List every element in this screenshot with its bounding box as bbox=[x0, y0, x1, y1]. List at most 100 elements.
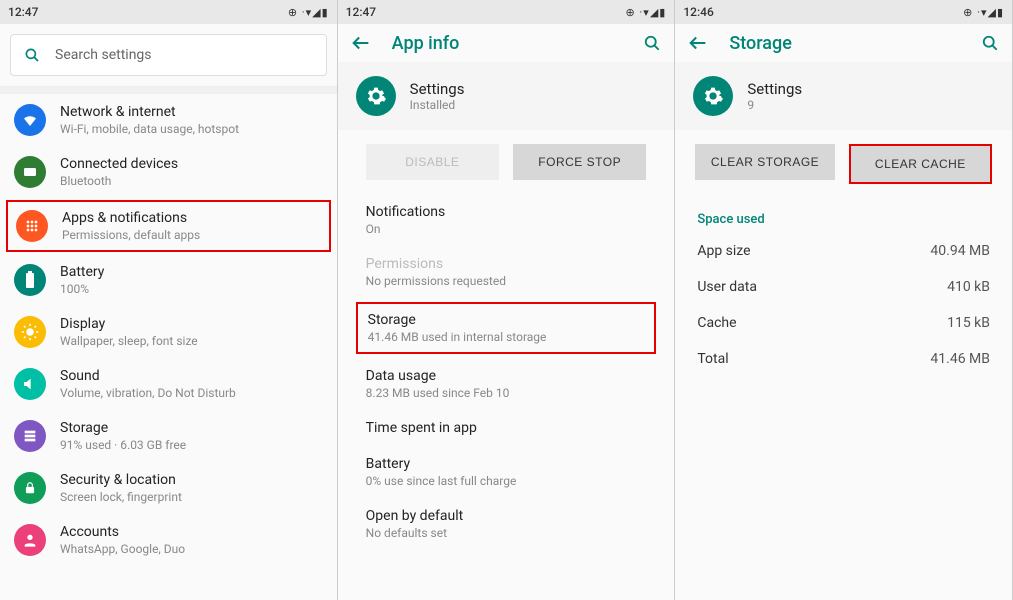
value: 41.46 MB bbox=[930, 351, 990, 367]
label: Apps & notifications bbox=[62, 210, 200, 226]
sublabel: 0% use since last full charge bbox=[366, 474, 647, 488]
sublabel: WhatsApp, Google, Duo bbox=[60, 542, 185, 556]
back-button[interactable] bbox=[350, 32, 372, 54]
label: Accounts bbox=[60, 524, 185, 540]
app-state: Installed bbox=[410, 98, 465, 112]
label: Battery bbox=[60, 264, 104, 280]
appbar-title: Storage bbox=[729, 33, 792, 54]
section-space-used: Space used bbox=[675, 198, 1012, 233]
label: Permissions bbox=[366, 256, 647, 272]
app-bar: App info bbox=[338, 24, 675, 62]
apps-icon bbox=[16, 210, 48, 242]
status-time: 12:47 bbox=[346, 5, 376, 19]
app-header: Settings 9 bbox=[675, 62, 1012, 130]
search-placeholder: Search settings bbox=[55, 47, 152, 63]
item-security[interactable]: Security & locationScreen lock, fingerpr… bbox=[0, 462, 337, 514]
app-header: Settings Installed bbox=[338, 62, 675, 130]
clear-storage-button[interactable]: CLEAR STORAGE bbox=[695, 144, 834, 180]
label: Sound bbox=[60, 368, 236, 384]
item-accounts[interactable]: Accounts WhatsApp, Google, Duo bbox=[0, 514, 337, 566]
screen-app-info: 12:47 ⊕ ·▾◢▮ App info Settings Installed… bbox=[338, 0, 676, 600]
label: Storage bbox=[60, 420, 186, 436]
app-bar: Storage bbox=[675, 24, 1012, 62]
sublabel: Volume, vibration, Do Not Disturb bbox=[60, 386, 236, 400]
row-notifications[interactable]: Notifications On bbox=[338, 194, 675, 246]
row-storage[interactable]: Storage 41.46 MB used in internal storag… bbox=[356, 302, 657, 354]
status-icons: ⊕ ·▾◢▮ bbox=[963, 6, 1004, 19]
sublabel: 91% used · 6.03 GB free bbox=[60, 438, 186, 452]
sublabel: Wi-Fi, mobile, data usage, hotspot bbox=[60, 122, 239, 136]
item-storage[interactable]: Storage 91% used · 6.03 GB free bbox=[0, 410, 337, 462]
status-icons: ⊕ ·▾◢▮ bbox=[625, 6, 666, 19]
row-battery[interactable]: Battery 0% use since last full charge bbox=[338, 446, 675, 498]
sublabel: Permissions, default apps bbox=[62, 228, 200, 242]
wifi-icon bbox=[14, 104, 46, 136]
label: Data usage bbox=[366, 368, 647, 384]
disable-button: DISABLE bbox=[366, 144, 499, 180]
storage-icon bbox=[14, 420, 46, 452]
label: App size bbox=[697, 243, 750, 259]
app-name: Settings bbox=[747, 80, 802, 98]
item-battery[interactable]: Battery 100% bbox=[0, 254, 337, 306]
account-icon bbox=[14, 524, 46, 556]
back-button[interactable] bbox=[687, 32, 709, 54]
value: 40.94 MB bbox=[930, 243, 990, 259]
row-permissions: Permissions No permissions requested bbox=[338, 246, 675, 298]
sublabel: On bbox=[366, 222, 647, 236]
battery-icon bbox=[14, 264, 46, 296]
status-bar: 12:46 ⊕ ·▾◢▮ bbox=[675, 0, 1012, 24]
item-connected-devices[interactable]: Connected devicesBluetooth bbox=[0, 146, 337, 198]
search-button[interactable] bbox=[980, 33, 1000, 53]
appbar-title: App info bbox=[392, 33, 460, 54]
button-row: CLEAR STORAGE CLEAR CACHE bbox=[675, 130, 1012, 198]
search-button[interactable] bbox=[642, 33, 662, 53]
sublabel: Screen lock, fingerprint bbox=[60, 490, 182, 504]
label: Battery bbox=[366, 456, 647, 472]
status-bar: 12:47 ⊕ ·▾◢▮ bbox=[0, 0, 337, 24]
sublabel: 100% bbox=[60, 282, 104, 296]
status-icons: ⊕ ·▾◢▮ bbox=[288, 6, 329, 19]
status-bar: 12:47 ⊕ ·▾◢▮ bbox=[338, 0, 675, 24]
label: Open by default bbox=[366, 508, 647, 524]
row-data-usage[interactable]: Data usage 8.23 MB used since Feb 10 bbox=[338, 358, 675, 410]
row-open-by-default[interactable]: Open by default No defaults set bbox=[338, 498, 675, 550]
divider bbox=[0, 86, 337, 94]
item-network[interactable]: Network & internetWi-Fi, mobile, data us… bbox=[0, 94, 337, 146]
row-cache: Cache 115 kB bbox=[675, 305, 1012, 341]
value: 115 kB bbox=[947, 315, 990, 331]
row-total: Total 41.46 MB bbox=[675, 341, 1012, 377]
label: Total bbox=[697, 351, 728, 367]
sublabel: No defaults set bbox=[366, 526, 647, 540]
sublabel: Bluetooth bbox=[60, 174, 178, 188]
label: Notifications bbox=[366, 204, 647, 220]
item-sound[interactable]: Sound Volume, vibration, Do Not Disturb bbox=[0, 358, 337, 410]
lock-icon bbox=[14, 472, 46, 504]
row-time-in-app[interactable]: Time spent in app bbox=[338, 410, 675, 446]
gear-icon bbox=[356, 76, 396, 116]
sublabel: 8.23 MB used since Feb 10 bbox=[366, 386, 647, 400]
gear-icon bbox=[693, 76, 733, 116]
label: Time spent in app bbox=[366, 420, 647, 436]
sound-icon bbox=[14, 368, 46, 400]
clear-cache-button[interactable]: CLEAR CACHE bbox=[851, 146, 990, 182]
app-name: Settings bbox=[410, 80, 465, 98]
status-time: 12:47 bbox=[8, 5, 38, 19]
sublabel: No permissions requested bbox=[366, 274, 647, 288]
status-time: 12:46 bbox=[683, 5, 713, 19]
item-display[interactable]: DisplayWallpaper, sleep, font size bbox=[0, 306, 337, 358]
settings-list: Network & internetWi-Fi, mobile, data us… bbox=[0, 94, 337, 600]
force-stop-button[interactable]: FORCE STOP bbox=[513, 144, 646, 180]
screen-settings: 12:47 ⊕ ·▾◢▮ Search settings Network & i… bbox=[0, 0, 338, 600]
search-icon bbox=[23, 46, 41, 64]
display-icon bbox=[14, 316, 46, 348]
row-user-data: User data 410 kB bbox=[675, 269, 1012, 305]
label: User data bbox=[697, 279, 757, 295]
value: 410 kB bbox=[947, 279, 990, 295]
item-apps-notifications[interactable]: Apps & notifications Permissions, default… bbox=[6, 200, 331, 252]
label: Cache bbox=[697, 315, 736, 331]
clear-cache-highlight: CLEAR CACHE bbox=[849, 144, 992, 184]
row-app-size: App size 40.94 MB bbox=[675, 233, 1012, 269]
screen-storage: 12:46 ⊕ ·▾◢▮ Storage Settings 9 CLEAR ST… bbox=[675, 0, 1013, 600]
app-line: 9 bbox=[747, 98, 802, 112]
search-settings-input[interactable]: Search settings bbox=[10, 34, 327, 76]
